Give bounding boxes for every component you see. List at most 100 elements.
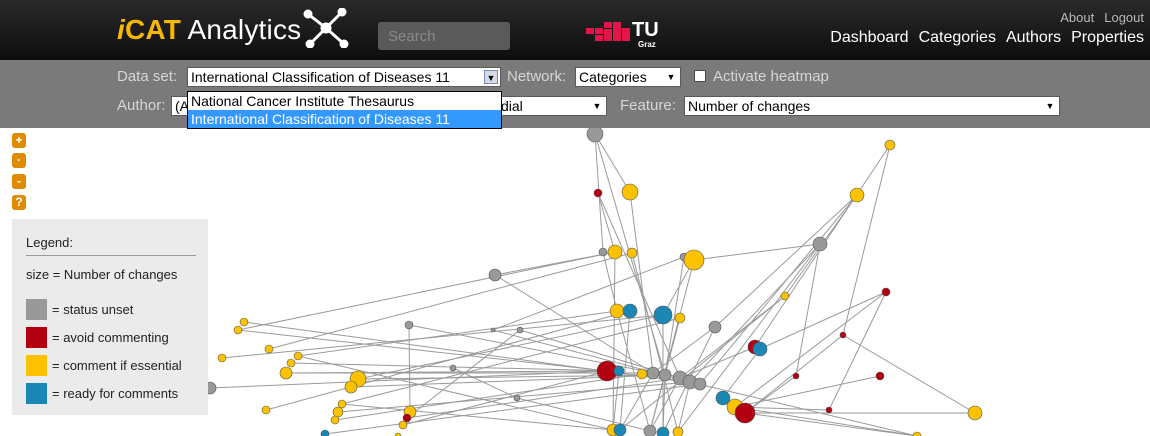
graph-node[interactable]: [734, 402, 756, 424]
filter-toolbar: Data set: International Classification o…: [0, 60, 1150, 128]
graph-node[interactable]: [653, 305, 673, 325]
graph-node[interactable]: [330, 415, 340, 425]
app-logo-text[interactable]: iCAT Analytics: [117, 14, 301, 46]
graph-node[interactable]: [586, 128, 604, 143]
legend-label: = ready for comments: [52, 386, 179, 401]
dataset-option-icd11[interactable]: International Classification of Diseases…: [188, 110, 501, 128]
graph-node[interactable]: [320, 429, 330, 436]
graph-node[interactable]: [780, 291, 790, 301]
graph-node[interactable]: [264, 344, 274, 354]
graph-node[interactable]: [279, 366, 293, 380]
graph-node[interactable]: [812, 236, 828, 252]
graph-node[interactable]: [402, 413, 412, 423]
graph-node[interactable]: [875, 371, 885, 381]
heatmap-checkbox[interactable]: [694, 70, 706, 82]
graph-node[interactable]: [626, 247, 638, 259]
graph-node[interactable]: [672, 426, 684, 436]
status-select-value: dial: [501, 98, 523, 114]
graph-node[interactable]: [613, 423, 627, 436]
graph-node[interactable]: [398, 420, 408, 430]
graph-node[interactable]: [286, 358, 296, 368]
graph-node[interactable]: [598, 247, 608, 257]
graph-node[interactable]: [825, 406, 833, 414]
legend-label: = status unset: [52, 302, 134, 317]
legend-swatch: [26, 355, 47, 376]
zoom-in-button[interactable]: +: [12, 133, 26, 148]
graph-node[interactable]: [293, 351, 303, 361]
graph-node[interactable]: [656, 426, 670, 436]
nav-authors[interactable]: Authors: [1006, 29, 1061, 46]
graph-node[interactable]: [622, 303, 638, 319]
graph-node[interactable]: [646, 366, 660, 380]
graph-node[interactable]: [239, 317, 249, 327]
graph-node[interactable]: [613, 365, 625, 377]
author-label: Author:: [117, 97, 166, 114]
legend-size-text: size = Number of changes: [26, 267, 178, 282]
dataset-select[interactable]: International Classification of Diseases…: [187, 67, 501, 87]
graph-node[interactable]: [233, 325, 243, 335]
graph-node[interactable]: [839, 331, 847, 339]
graph-node[interactable]: [332, 406, 344, 418]
dataset-select-value: International Classification of Diseases…: [191, 69, 450, 85]
search-input[interactable]: [378, 22, 510, 50]
legend-swatch: [26, 299, 47, 320]
graph-edge: [237, 251, 616, 331]
graph-edge: [842, 334, 976, 414]
tu-text: TU: [632, 19, 659, 41]
graph-node[interactable]: [967, 405, 983, 421]
graph-edge: [629, 191, 654, 374]
graph-node[interactable]: [609, 303, 625, 319]
nav-properties[interactable]: Properties: [1071, 29, 1144, 46]
graph-node[interactable]: [593, 188, 603, 198]
graph-node[interactable]: [404, 320, 414, 330]
graph-node[interactable]: [636, 368, 648, 380]
dataset-option-ncit[interactable]: National Cancer Institute Thesaurus: [188, 92, 501, 110]
graph-node[interactable]: [658, 368, 672, 382]
graph-edge: [221, 314, 664, 359]
graph-node[interactable]: [488, 268, 502, 282]
graph-node[interactable]: [752, 341, 768, 357]
heatmap-label: Activate heatmap: [713, 68, 829, 85]
graph-node[interactable]: [881, 287, 891, 297]
graph-node[interactable]: [693, 377, 707, 391]
graph-node[interactable]: [683, 249, 705, 271]
nav-categories[interactable]: Categories: [919, 29, 996, 46]
graph-node[interactable]: [792, 372, 800, 380]
legend-swatch: [26, 327, 47, 348]
graph-node[interactable]: [490, 327, 496, 333]
graph-node[interactable]: [912, 431, 922, 436]
graph-node[interactable]: [449, 364, 457, 372]
feature-select[interactable]: Number of changes ▼: [684, 96, 1060, 116]
zoom-out-button[interactable]: -: [12, 174, 26, 189]
legend-swatch: [26, 383, 47, 404]
logout-link[interactable]: Logout: [1104, 10, 1144, 25]
logo-analytics: Analytics: [181, 14, 302, 45]
legend-label: = avoid commenting: [52, 330, 169, 345]
graph-node[interactable]: [708, 320, 722, 334]
graph-node[interactable]: [217, 353, 227, 363]
zoom-reset-button[interactable]: ·: [12, 153, 26, 168]
graph-node[interactable]: [621, 183, 639, 201]
graph-node[interactable]: [607, 244, 623, 260]
network-logo-icon: [303, 8, 349, 48]
graph-node[interactable]: [884, 139, 896, 151]
graph-node[interactable]: [337, 399, 347, 409]
graph-node[interactable]: [344, 380, 358, 394]
graph-edge: [619, 295, 786, 431]
graph-node[interactable]: [643, 424, 657, 436]
graph-node[interactable]: [261, 405, 271, 415]
graph-node[interactable]: [513, 394, 521, 402]
legend-divider: [26, 255, 196, 256]
graph-node[interactable]: [674, 312, 686, 324]
nav-dashboard[interactable]: Dashboard: [830, 29, 908, 46]
network-select[interactable]: Categories ▼: [575, 67, 681, 87]
legend-label: = comment if essential: [52, 358, 182, 373]
graph-edge: [516, 397, 651, 432]
graph-node[interactable]: [516, 326, 524, 334]
about-link[interactable]: About: [1060, 10, 1094, 25]
graph-edge: [734, 375, 881, 408]
help-button[interactable]: ?: [12, 195, 26, 210]
graph-node[interactable]: [849, 187, 865, 203]
chevron-down-icon: ▼: [592, 101, 602, 111]
graph-edge: [594, 133, 631, 193]
